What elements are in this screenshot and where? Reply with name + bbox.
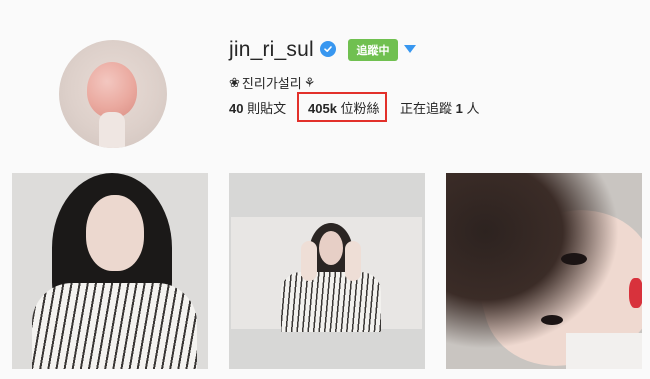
following-suffix: 人 — [466, 101, 480, 116]
post-thumbnail-3[interactable] — [446, 173, 642, 369]
profile-bio: ❀ 진리가설리 ⚘ — [229, 73, 315, 92]
posts-label: 則貼文 — [247, 101, 287, 116]
avatar-peach-shape — [87, 62, 137, 118]
followers-highlight-box — [297, 92, 387, 122]
following-button[interactable]: 追蹤中 — [348, 39, 398, 61]
caret-down-icon[interactable] — [404, 45, 416, 53]
avatar-hand-shape — [99, 112, 125, 148]
profile-avatar[interactable] — [59, 40, 167, 148]
following-prefix: 正在追蹤 — [400, 101, 453, 116]
bio-text: 진리가설리 — [241, 76, 302, 91]
post-thumbnail-1[interactable] — [12, 173, 208, 369]
post-thumbnail-2[interactable] — [229, 173, 425, 369]
rose-icon: ⚘ — [303, 74, 316, 90]
following-stat[interactable]: 正在追蹤 1 人 — [400, 98, 480, 117]
verified-badge-icon — [320, 41, 336, 57]
posts-stat: 40 則貼文 — [229, 98, 286, 117]
posts-count: 40 — [229, 101, 244, 116]
flower-icon: ❀ — [229, 74, 240, 90]
following-count: 1 — [455, 101, 463, 116]
username: jin_ri_sul — [229, 38, 314, 61]
